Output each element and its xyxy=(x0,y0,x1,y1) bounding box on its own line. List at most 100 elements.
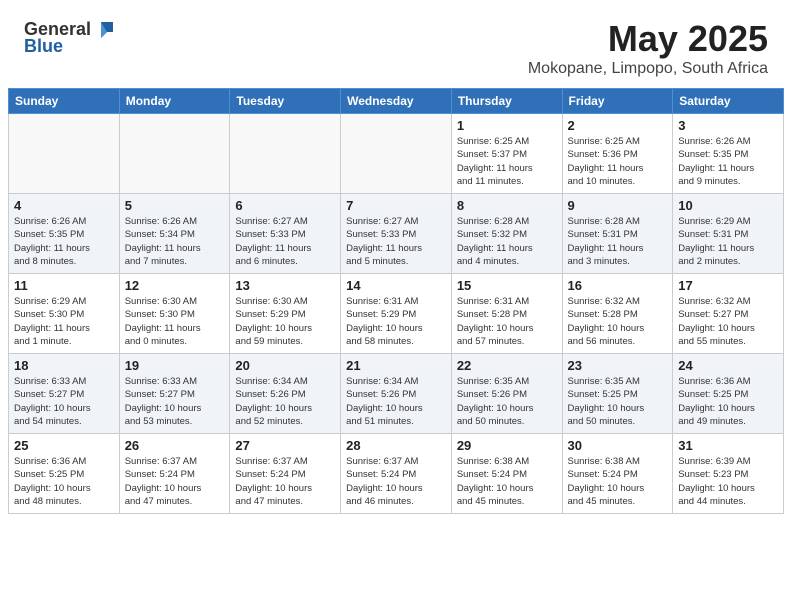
day-info: Sunrise: 6:26 AM Sunset: 5:34 PM Dayligh… xyxy=(125,215,225,268)
col-friday: Friday xyxy=(562,89,673,114)
day-info: Sunrise: 6:32 AM Sunset: 5:28 PM Dayligh… xyxy=(568,295,668,348)
table-row: 2 Sunrise: 6:25 AM Sunset: 5:36 PM Daylig… xyxy=(562,114,673,194)
calendar-week-row: 25 Sunrise: 6:36 AM Sunset: 5:25 PM Dayli… xyxy=(9,434,784,514)
table-row: 14 Sunrise: 6:31 AM Sunset: 5:29 PM Dayli… xyxy=(341,274,452,354)
table-row xyxy=(119,114,230,194)
calendar-week-row: 11 Sunrise: 6:29 AM Sunset: 5:30 PM Dayli… xyxy=(9,274,784,354)
table-row: 11 Sunrise: 6:29 AM Sunset: 5:30 PM Dayli… xyxy=(9,274,120,354)
day-number: 7 xyxy=(346,198,446,213)
day-number: 10 xyxy=(678,198,778,213)
col-wednesday: Wednesday xyxy=(341,89,452,114)
table-row: 16 Sunrise: 6:32 AM Sunset: 5:28 PM Dayli… xyxy=(562,274,673,354)
table-row: 23Sunrise: 6:35 AM Sunset: 5:25 PM Dayli… xyxy=(562,354,673,434)
day-info: Sunrise: 6:38 AM Sunset: 5:24 PM Dayligh… xyxy=(457,455,557,508)
day-info: Sunrise: 6:33 AM Sunset: 5:27 PM Dayligh… xyxy=(14,375,114,428)
day-info: Sunrise: 6:35 AM Sunset: 5:25 PM Dayligh… xyxy=(568,375,668,428)
table-row: 22 Sunrise: 6:35 AM Sunset: 5:26 PM Dayli… xyxy=(451,354,562,434)
calendar-week-row: 18 Sunrise: 6:33 AM Sunset: 5:27 PM Dayli… xyxy=(9,354,784,434)
table-row: 28Sunrise: 6:37 AM Sunset: 5:24 PM Dayli… xyxy=(341,434,452,514)
table-row: 29 Sunrise: 6:38 AM Sunset: 5:24 PM Dayli… xyxy=(451,434,562,514)
day-info: Sunrise: 6:26 AM Sunset: 5:35 PM Dayligh… xyxy=(678,135,778,188)
day-number: 8 xyxy=(457,198,557,213)
col-saturday: Saturday xyxy=(673,89,784,114)
table-row xyxy=(9,114,120,194)
table-row: 31 Sunrise: 6:39 AM Sunset: 5:23 PM Dayli… xyxy=(673,434,784,514)
table-row: 4Sunrise: 6:26 AM Sunset: 5:35 PM Daylig… xyxy=(9,194,120,274)
day-number: 14 xyxy=(346,278,446,293)
day-number: 24 xyxy=(678,358,778,373)
day-info: Sunrise: 6:28 AM Sunset: 5:31 PM Dayligh… xyxy=(568,215,668,268)
day-number: 20 xyxy=(235,358,335,373)
day-number: 19 xyxy=(125,358,225,373)
day-number: 4 xyxy=(14,198,114,213)
day-info: Sunrise: 6:30 AM Sunset: 5:30 PM Dayligh… xyxy=(125,295,225,348)
table-row: 9 Sunrise: 6:28 AM Sunset: 5:31 PM Daylig… xyxy=(562,194,673,274)
table-row xyxy=(230,114,341,194)
day-number: 29 xyxy=(457,438,557,453)
day-info: Sunrise: 6:37 AM Sunset: 5:24 PM Dayligh… xyxy=(235,455,335,508)
day-number: 22 xyxy=(457,358,557,373)
table-row: 13Sunrise: 6:30 AM Sunset: 5:29 PM Dayli… xyxy=(230,274,341,354)
day-number: 30 xyxy=(568,438,668,453)
col-thursday: Thursday xyxy=(451,89,562,114)
day-number: 3 xyxy=(678,118,778,133)
day-info: Sunrise: 6:31 AM Sunset: 5:29 PM Dayligh… xyxy=(346,295,446,348)
table-row: 7 Sunrise: 6:27 AM Sunset: 5:33 PM Daylig… xyxy=(341,194,452,274)
calendar-week-row: 4Sunrise: 6:26 AM Sunset: 5:35 PM Daylig… xyxy=(9,194,784,274)
day-number: 25 xyxy=(14,438,114,453)
table-row: 15 Sunrise: 6:31 AM Sunset: 5:28 PM Dayli… xyxy=(451,274,562,354)
table-row: 19 Sunrise: 6:33 AM Sunset: 5:27 PM Dayli… xyxy=(119,354,230,434)
day-number: 9 xyxy=(568,198,668,213)
day-info: Sunrise: 6:39 AM Sunset: 5:23 PM Dayligh… xyxy=(678,455,778,508)
col-monday: Monday xyxy=(119,89,230,114)
day-info: Sunrise: 6:35 AM Sunset: 5:26 PM Dayligh… xyxy=(457,375,557,428)
day-info: Sunrise: 6:25 AM Sunset: 5:37 PM Dayligh… xyxy=(457,135,557,188)
day-info: Sunrise: 6:31 AM Sunset: 5:28 PM Dayligh… xyxy=(457,295,557,348)
day-number: 15 xyxy=(457,278,557,293)
table-row: 3 Sunrise: 6:26 AM Sunset: 5:35 PM Daylig… xyxy=(673,114,784,194)
day-number: 11 xyxy=(14,278,114,293)
table-row: 6Sunrise: 6:27 AM Sunset: 5:33 PM Daylig… xyxy=(230,194,341,274)
calendar-header-row: Sunday Monday Tuesday Wednesday Thursday… xyxy=(9,89,784,114)
page-title: May 2025 xyxy=(528,18,768,60)
day-info: Sunrise: 6:27 AM Sunset: 5:33 PM Dayligh… xyxy=(346,215,446,268)
day-info: Sunrise: 6:25 AM Sunset: 5:36 PM Dayligh… xyxy=(568,135,668,188)
col-sunday: Sunday xyxy=(9,89,120,114)
day-number: 2 xyxy=(568,118,668,133)
day-number: 26 xyxy=(125,438,225,453)
day-number: 13 xyxy=(235,278,335,293)
day-number: 6 xyxy=(235,198,335,213)
day-info: Sunrise: 6:38 AM Sunset: 5:24 PM Dayligh… xyxy=(568,455,668,508)
day-number: 18 xyxy=(14,358,114,373)
day-number: 1 xyxy=(457,118,557,133)
page-header: General Blue May 2025 Mokopane, Limpopo,… xyxy=(0,0,792,88)
table-row: 8Sunrise: 6:28 AM Sunset: 5:32 PM Daylig… xyxy=(451,194,562,274)
day-number: 31 xyxy=(678,438,778,453)
table-row: 25 Sunrise: 6:36 AM Sunset: 5:25 PM Dayli… xyxy=(9,434,120,514)
table-row: 30 Sunrise: 6:38 AM Sunset: 5:24 PM Dayli… xyxy=(562,434,673,514)
logo-icon xyxy=(93,18,115,40)
calendar-week-row: 1 Sunrise: 6:25 AM Sunset: 5:37 PM Daylig… xyxy=(9,114,784,194)
day-number: 21 xyxy=(346,358,446,373)
table-row: 27 Sunrise: 6:37 AM Sunset: 5:24 PM Dayli… xyxy=(230,434,341,514)
day-info: Sunrise: 6:34 AM Sunset: 5:26 PM Dayligh… xyxy=(235,375,335,428)
day-info: Sunrise: 6:33 AM Sunset: 5:27 PM Dayligh… xyxy=(125,375,225,428)
day-info: Sunrise: 6:36 AM Sunset: 5:25 PM Dayligh… xyxy=(678,375,778,428)
day-number: 5 xyxy=(125,198,225,213)
page-subtitle: Mokopane, Limpopo, South Africa xyxy=(528,60,768,78)
table-row: 12Sunrise: 6:30 AM Sunset: 5:30 PM Dayli… xyxy=(119,274,230,354)
day-info: Sunrise: 6:29 AM Sunset: 5:31 PM Dayligh… xyxy=(678,215,778,268)
day-number: 16 xyxy=(568,278,668,293)
logo: General Blue xyxy=(24,18,115,57)
day-info: Sunrise: 6:36 AM Sunset: 5:25 PM Dayligh… xyxy=(14,455,114,508)
day-info: Sunrise: 6:29 AM Sunset: 5:30 PM Dayligh… xyxy=(14,295,114,348)
day-info: Sunrise: 6:34 AM Sunset: 5:26 PM Dayligh… xyxy=(346,375,446,428)
table-row xyxy=(341,114,452,194)
day-info: Sunrise: 6:32 AM Sunset: 5:27 PM Dayligh… xyxy=(678,295,778,348)
table-row: 1 Sunrise: 6:25 AM Sunset: 5:37 PM Daylig… xyxy=(451,114,562,194)
calendar-table: Sunday Monday Tuesday Wednesday Thursday… xyxy=(8,88,784,514)
title-block: May 2025 Mokopane, Limpopo, South Africa xyxy=(528,18,768,78)
table-row: 10 Sunrise: 6:29 AM Sunset: 5:31 PM Dayli… xyxy=(673,194,784,274)
day-number: 28 xyxy=(346,438,446,453)
day-number: 27 xyxy=(235,438,335,453)
